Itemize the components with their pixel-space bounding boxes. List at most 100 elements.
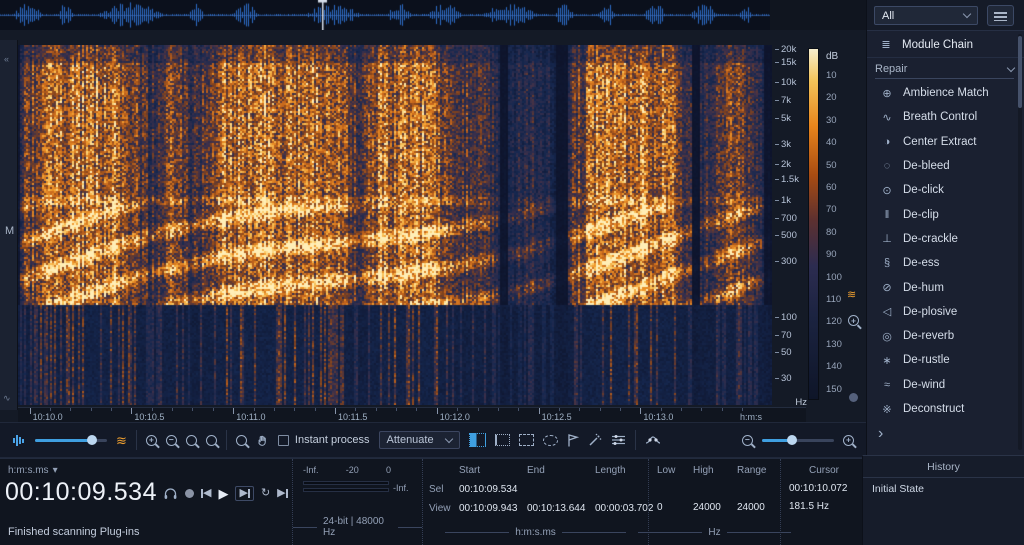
lasso-select-tool[interactable] — [542, 434, 558, 446]
freq-low-value[interactable]: 0 — [657, 502, 693, 513]
freq-high-value[interactable]: 24000 — [693, 502, 737, 513]
module-item-de-clip[interactable]: ‖ De-clip — [867, 202, 1024, 226]
freq-tick-label: 3k — [775, 139, 791, 149]
collapse-strip-icon[interactable]: « — [4, 54, 9, 64]
zoom-selection-button[interactable] — [185, 434, 197, 446]
time-tick — [131, 408, 133, 414]
repair-section-header[interactable]: Repair — [875, 60, 1016, 79]
previous-button[interactable]: ◀ — [201, 488, 211, 499]
breath-control-icon: ∿ — [882, 111, 892, 124]
bottom-info-panel: h:m:s.ms ▾ 00:10:09.534 ◀ ▶ ▶ ↻ ▶ Finish… — [0, 458, 862, 545]
adjust-lists-icon[interactable] — [611, 434, 626, 446]
magic-wand-tool[interactable] — [588, 433, 602, 447]
spectrogram-blend-icon[interactable]: ≋ — [116, 434, 127, 447]
selection-info-block: Start End Length Sel 00:10:09.534 View 0… — [422, 459, 653, 545]
db-tick-label: 140 — [826, 361, 842, 373]
vertical-wave-icon[interactable]: ≋ — [847, 288, 856, 301]
module-filter-dropdown[interactable]: All — [874, 6, 978, 25]
freq-range-value[interactable]: 24000 — [737, 502, 777, 513]
time-minor-tick — [620, 408, 622, 411]
module-item-breath-control[interactable]: ∿ Breath Control — [867, 105, 1024, 129]
frequency-select-tool[interactable] — [518, 434, 534, 446]
time-ruler[interactable]: 10:10.0 10:10.5 10:11.0 10:11.5 10:12.0 10:12… — [18, 407, 806, 422]
module-item-de-wind[interactable]: ≈ De-wind — [867, 373, 1024, 397]
zoom-fit-button[interactable] — [205, 434, 217, 446]
playhead-time-display: 00:10:09.534 — [5, 478, 157, 506]
module-item-de-hum[interactable]: ⊘ De-hum — [867, 275, 1024, 299]
module-item-de-plosive[interactable]: ◁ De-plosive — [867, 300, 1024, 324]
sel-end-value[interactable] — [527, 484, 595, 495]
vertical-zoom-in-icon[interactable]: + — [848, 315, 859, 326]
node-curve-icon[interactable] — [645, 434, 661, 446]
module-chain-item[interactable]: ≣ Module Chain — [867, 32, 1024, 58]
audio-format[interactable]: 24-bit | 48000 Hz — [293, 516, 422, 538]
play-selection-button[interactable]: ▶ — [235, 486, 254, 501]
overview-waveform-canvas[interactable] — [0, 0, 770, 30]
record-button[interactable] — [185, 489, 194, 498]
selection-table: Start End Length Sel 00:10:09.534 View 0… — [429, 465, 653, 514]
module-item-deconstruct[interactable]: ※ Deconstruct — [867, 397, 1024, 421]
editor-toolbar: ≋ + − Instant process Attenuate − + — [0, 422, 866, 458]
time-minor-tick — [558, 408, 560, 411]
module-item-ambience-match[interactable]: ⊕ Ambience Match — [867, 81, 1024, 105]
db-tick-label: 80 — [826, 226, 837, 238]
horizontal-zoom-in-button[interactable]: + — [843, 434, 854, 446]
db-tick-label: 90 — [826, 249, 837, 261]
caret-down-icon: ▾ — [52, 465, 58, 476]
loop-button[interactable]: ↻ — [261, 488, 270, 499]
instant-process-label: Instant process — [294, 434, 370, 446]
hand-tool[interactable] — [256, 434, 269, 447]
spectrogram-canvas[interactable] — [18, 45, 772, 405]
zoom-out-button[interactable]: − — [165, 434, 177, 446]
module-item-center-extract[interactable]: ◑ Center Extract — [867, 130, 1024, 154]
view-length-value[interactable]: 00:00:03.702 — [595, 503, 653, 514]
time-frequency-select-tool[interactable] — [468, 433, 486, 447]
sel-length-value[interactable] — [595, 484, 647, 495]
waveform-view-icon[interactable] — [12, 433, 26, 447]
monitor-headphones-icon[interactable] — [163, 487, 178, 500]
time-minor-tick — [497, 408, 499, 411]
menu-button[interactable] — [987, 5, 1014, 26]
play-button[interactable]: ▶ — [218, 487, 228, 500]
module-item-de-bleed[interactable]: ◌ De-bleed — [867, 154, 1024, 178]
view-end-value[interactable]: 00:10:13.644 — [527, 503, 595, 514]
horizontal-zoom-out-button[interactable]: − — [742, 434, 753, 446]
sel-start-value[interactable]: 00:10:09.534 — [459, 484, 527, 495]
history-item[interactable]: Initial State — [863, 478, 1024, 500]
module-item-label: Breath Control — [903, 111, 978, 124]
sidebar-scrollbar-thumb[interactable] — [1018, 36, 1022, 108]
instant-process-checkbox[interactable] — [277, 434, 289, 446]
transport-controls: ◀ ▶ ▶ ↻ ▶ — [163, 486, 288, 501]
view-start-value[interactable]: 00:10:09.943 — [459, 503, 527, 514]
time-select-tool[interactable] — [494, 434, 510, 446]
frequency-unit[interactable]: Hz — [638, 527, 791, 538]
repair-section-label: Repair — [875, 63, 908, 75]
channel-strip[interactable]: « M ∿ — [0, 40, 18, 410]
process-mode-dropdown[interactable]: Attenuate — [378, 431, 460, 449]
time-format-dropdown[interactable]: h:m:s.ms ▾ — [8, 465, 58, 476]
module-item-de-click[interactable]: ⊙ De-click — [867, 178, 1024, 202]
vertical-scrollbar-thumb[interactable] — [849, 393, 858, 402]
magnify-tool[interactable] — [235, 434, 247, 446]
vertical-zoom-controls: ≋ + − — [845, 45, 865, 448]
time-tick — [436, 408, 438, 414]
waveform-spectrogram-blend-slider[interactable] — [35, 435, 107, 445]
module-item-de-rustle[interactable]: ∗ De-rustle — [867, 348, 1024, 372]
de-bleed-icon: ◌ — [883, 160, 891, 173]
goto-end-button[interactable]: ▶ — [277, 488, 288, 499]
time-minor-tick — [212, 408, 214, 411]
module-item-de-ess[interactable]: § De-ess — [867, 251, 1024, 275]
waveform-overview[interactable] — [0, 0, 770, 30]
de-click-icon: ⊙ — [882, 184, 892, 197]
horizontal-zoom-slider[interactable] — [762, 435, 834, 445]
module-item-label: Ambience Match — [903, 87, 989, 100]
frequency-table: Low High Range 0 24000 24000 — [657, 465, 777, 513]
zoom-in-button[interactable]: + — [145, 434, 157, 446]
de-ess-icon: § — [883, 257, 891, 270]
brush-select-tool[interactable] — [567, 433, 579, 447]
meter-scale-label: 0 — [385, 465, 391, 475]
module-item-de-reverb[interactable]: ◎ De-reverb — [867, 324, 1024, 348]
expand-panel-arrow[interactable]: › — [878, 426, 883, 442]
module-item-de-crackle[interactable]: ⊥ De-crackle — [867, 227, 1024, 251]
selection-time-unit[interactable]: h:m:s.ms — [423, 527, 648, 538]
